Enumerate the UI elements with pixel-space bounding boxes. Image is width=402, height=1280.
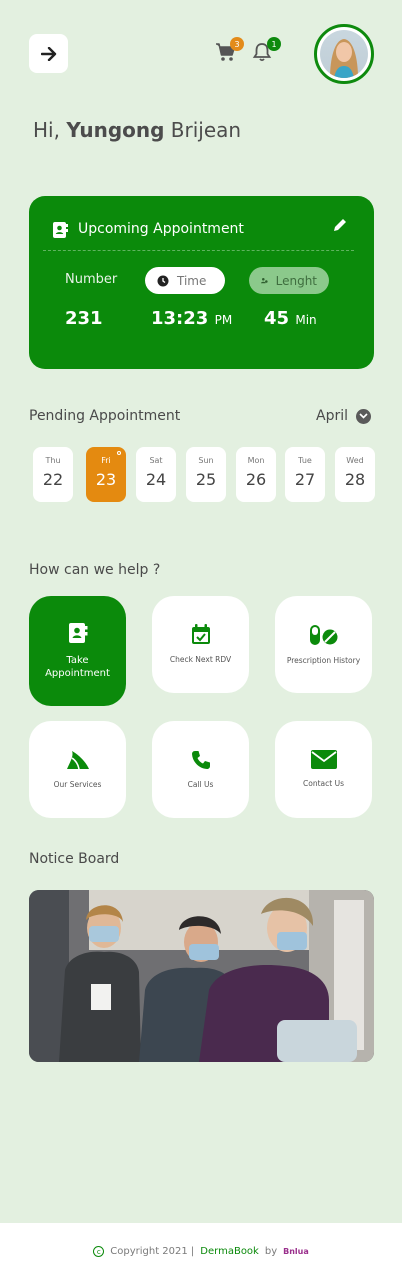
contact-book-icon <box>68 623 87 643</box>
contact-us-button[interactable]: Contact Us <box>275 721 372 818</box>
notice-board-title: Notice Board <box>29 851 120 867</box>
call-us-button[interactable]: Call Us <box>152 721 249 818</box>
cart-badge: 3 <box>230 37 244 51</box>
day-sun[interactable]: Sun 25 <box>186 447 226 502</box>
phone-icon <box>191 750 210 769</box>
services-icon <box>66 750 89 769</box>
avatar-photo <box>320 30 368 78</box>
envelope-icon <box>310 750 337 770</box>
our-services-button[interactable]: Our Services <box>29 721 126 818</box>
back-button[interactable] <box>29 34 68 73</box>
calendar-check-icon <box>191 624 210 645</box>
day-mon[interactable]: Mon 26 <box>236 447 276 502</box>
arrow-right-icon <box>40 46 56 61</box>
day-tue[interactable]: Tue 27 <box>285 447 325 502</box>
chevron-down-icon <box>356 408 371 424</box>
notifications-button[interactable]: 1 <box>252 37 281 64</box>
cart-button[interactable]: 3 <box>215 37 244 64</box>
prescription-history-button[interactable]: Prescription History <box>275 596 372 693</box>
time-tab[interactable]: Time <box>145 267 225 294</box>
copyright-icon: c <box>93 1246 105 1257</box>
indicator-dot <box>117 451 121 455</box>
appointment-title: Upcoming Appointment <box>78 221 244 237</box>
card-divider <box>43 250 354 251</box>
greeting: Hi, Yungong Brijean <box>33 118 242 142</box>
appointment-number: 231 <box>65 308 103 329</box>
pills-icon <box>309 624 337 645</box>
clock-icon <box>157 275 169 286</box>
company-logo[interactable]: Bnlua <box>283 1247 309 1256</box>
day-sat[interactable]: Sat 24 <box>136 447 176 502</box>
help-title: How can we help ? <box>29 562 161 578</box>
length-tab-label: Lenght <box>275 273 317 288</box>
copyright-text: Copyright 2021 | <box>110 1246 195 1257</box>
upcoming-appointment-card[interactable]: Upcoming Appointment Number Time Lenght … <box>29 196 374 369</box>
appointment-time: 13:23 PM <box>151 308 233 329</box>
appointment-length: 45 Min <box>264 308 317 329</box>
brand-link[interactable]: DermaBook <box>200 1246 259 1257</box>
profile-avatar[interactable] <box>314 24 374 84</box>
number-label: Number <box>65 272 118 287</box>
contact-book-icon <box>53 222 68 238</box>
day-wed[interactable]: Wed 28 <box>335 447 375 502</box>
pending-appointment-title: Pending Appointment <box>29 408 181 424</box>
footer: c Copyright 2021 | DermaBook by Bnlua <box>0 1223 402 1280</box>
length-tab[interactable]: Lenght <box>249 267 329 294</box>
day-fri-selected[interactable]: Fri 23 <box>86 447 126 502</box>
notification-badge: 1 <box>267 37 281 51</box>
notice-board-image[interactable] <box>29 890 374 1062</box>
day-thu[interactable]: Thu 22 <box>33 447 73 502</box>
time-tab-label: Time <box>177 273 207 288</box>
by-text: by <box>264 1246 278 1257</box>
edit-pencil-icon[interactable] <box>332 217 348 233</box>
check-next-rdv-button[interactable]: Check Next RDV <box>152 596 249 693</box>
month-selector[interactable]: April <box>316 408 371 424</box>
month-label: April <box>316 408 348 424</box>
user-clock-icon <box>261 277 268 284</box>
take-appointment-button[interactable]: Take Appointment <box>29 596 126 706</box>
